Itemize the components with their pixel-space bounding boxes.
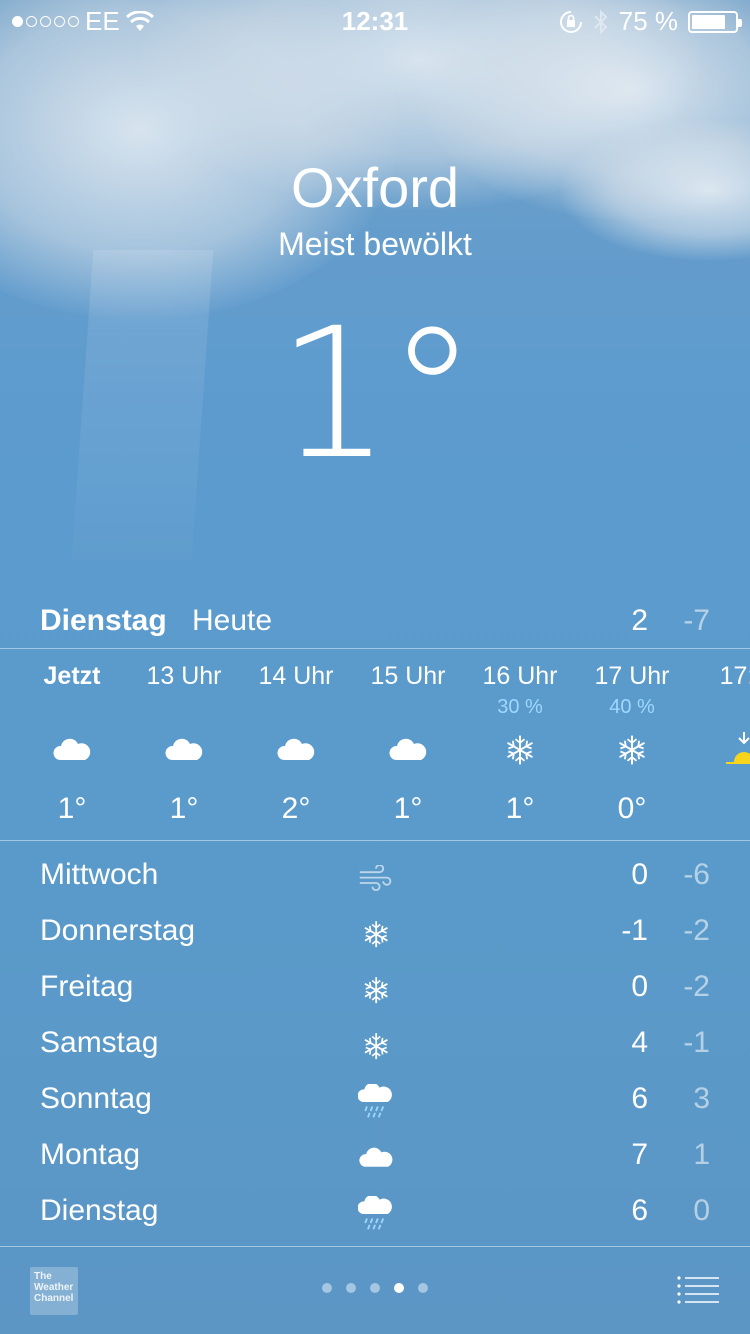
- day-low: -1: [683, 1026, 710, 1059]
- hour-label: Jetzt: [43, 662, 101, 690]
- hour-temperature: 1°: [57, 792, 87, 825]
- precipitation-chance: [688, 696, 750, 720]
- day-low: -2: [683, 914, 710, 947]
- cloud-icon: [359, 1147, 393, 1167]
- hour-label: 17 Uhr: [594, 662, 670, 690]
- day-low: -2: [683, 970, 710, 1003]
- day-high: 7: [631, 1138, 648, 1171]
- hourly-item: 16 Uhr 30 % 1°: [464, 662, 576, 832]
- page-dot[interactable]: [370, 1283, 380, 1293]
- cloud-icon: [389, 738, 427, 760]
- rotation-lock-icon: [559, 10, 582, 33]
- day-high: 0: [631, 970, 648, 1003]
- day-low: -6: [683, 858, 710, 891]
- hourly-item: 14 Uhr 2°: [240, 662, 352, 832]
- precipitation-chance: [352, 696, 464, 720]
- snowflake-icon: [364, 977, 388, 1003]
- hourly-item: 13 Uhr 1°: [128, 662, 240, 832]
- day-name: Donnerstag: [40, 914, 196, 947]
- daily-row: Samstag 4 -1: [40, 1020, 710, 1076]
- snowflake-icon: [364, 1033, 388, 1059]
- day-high: 0: [631, 858, 648, 891]
- sunset-icon: [726, 732, 750, 764]
- day-name: Montag: [40, 1138, 141, 1171]
- rain-cloud-icon: [358, 1084, 392, 1118]
- hour-temperature: 2°: [281, 792, 311, 825]
- day-low: 0: [693, 1194, 710, 1227]
- day-name: Freitag: [40, 970, 134, 1003]
- wind-icon: [359, 865, 392, 891]
- day-high: 4: [631, 1026, 648, 1059]
- page-dot[interactable]: [418, 1283, 428, 1293]
- hour-temperature: 1°: [393, 792, 423, 825]
- hour-temperature: 0°: [617, 792, 647, 825]
- precipitation-chance: 30 %: [497, 696, 543, 718]
- day-name: Dienstag: [40, 1194, 159, 1227]
- divider: [0, 648, 750, 649]
- daily-row: Freitag 0 -2: [40, 964, 710, 1020]
- today-day-name: Dienstag: [40, 604, 167, 637]
- snowflake-icon: [507, 735, 533, 765]
- cloud-icon: [277, 738, 315, 760]
- page-indicator[interactable]: [0, 1283, 750, 1293]
- day-name: Sonntag: [40, 1082, 152, 1115]
- city-name: Oxford: [290, 156, 460, 219]
- page-dot[interactable]: [394, 1283, 404, 1293]
- weather-condition: Meist bewölkt: [278, 226, 472, 262]
- page-dot[interactable]: [346, 1283, 356, 1293]
- precipitation-chance: [128, 696, 240, 720]
- cloud-icon: [165, 738, 203, 760]
- hourly-item: 17:3: [688, 662, 750, 832]
- divider: [0, 840, 750, 841]
- hourly-item: Jetzt 1°: [16, 662, 128, 832]
- hourly-forecast[interactable]: Jetzt 1° 13 Uhr 1° 14 Uhr 2° 15 Uhr 1° 16 Uhr 30 …: [16, 662, 750, 832]
- daily-row: Mittwoch 0 -6: [40, 852, 710, 908]
- today-high: 2: [631, 604, 648, 637]
- hour-label: 13 Uhr: [146, 662, 222, 690]
- day-high: 6: [631, 1194, 648, 1227]
- hour-label: 15 Uhr: [370, 662, 446, 690]
- hour-temperature: 1°: [169, 792, 199, 825]
- precipitation-chance: [240, 696, 352, 720]
- cloud-icon: [53, 738, 91, 760]
- precipitation-chance: 40 %: [609, 696, 655, 718]
- city-list-icon[interactable]: [676, 1275, 720, 1305]
- battery-percentage: 75 %: [618, 6, 678, 36]
- day-name: Samstag: [40, 1026, 159, 1059]
- hour-label: 14 Uhr: [258, 662, 334, 690]
- day-low: 3: [693, 1082, 710, 1115]
- daily-row: Donnerstag -1 -2: [40, 908, 710, 964]
- footer-bar: The Weather Channel: [0, 1247, 750, 1334]
- bluetooth-icon: [594, 9, 608, 34]
- rain-cloud-icon: [358, 1196, 392, 1230]
- snowflake-icon: [364, 921, 388, 947]
- day-high: 6: [631, 1082, 648, 1115]
- daily-row: Dienstag 6 0: [40, 1188, 710, 1244]
- hourly-item: 17 Uhr 40 % 0°: [576, 662, 688, 832]
- hour-label: 17:3: [719, 662, 750, 690]
- today-summary: Dienstag Heute 2 -7: [40, 600, 710, 644]
- snowflake-icon: [619, 735, 645, 765]
- daily-forecast: Mittwoch 0 -6 Donnerstag -1 -2 Freitag 0 -2 Samst…: [40, 852, 710, 1244]
- battery-icon: [688, 10, 742, 33]
- day-name: Mittwoch: [40, 858, 159, 891]
- current-temperature: 1°: [276, 290, 478, 499]
- status-bar: EE 12:31 75 %: [0, 0, 750, 40]
- hour-temperature: 1°: [505, 792, 535, 825]
- precipitation-chance: [16, 696, 128, 720]
- day-low: 1: [693, 1138, 710, 1171]
- hour-label: 16 Uhr: [482, 662, 558, 690]
- daily-row: Sonntag 6 3: [40, 1076, 710, 1132]
- hourly-item: 15 Uhr 1°: [352, 662, 464, 832]
- daily-row: Montag 7 1: [40, 1132, 710, 1188]
- today-low: -7: [683, 604, 710, 637]
- day-high: -1: [621, 914, 648, 947]
- today-label: Heute: [192, 604, 273, 637]
- page-dot[interactable]: [322, 1283, 332, 1293]
